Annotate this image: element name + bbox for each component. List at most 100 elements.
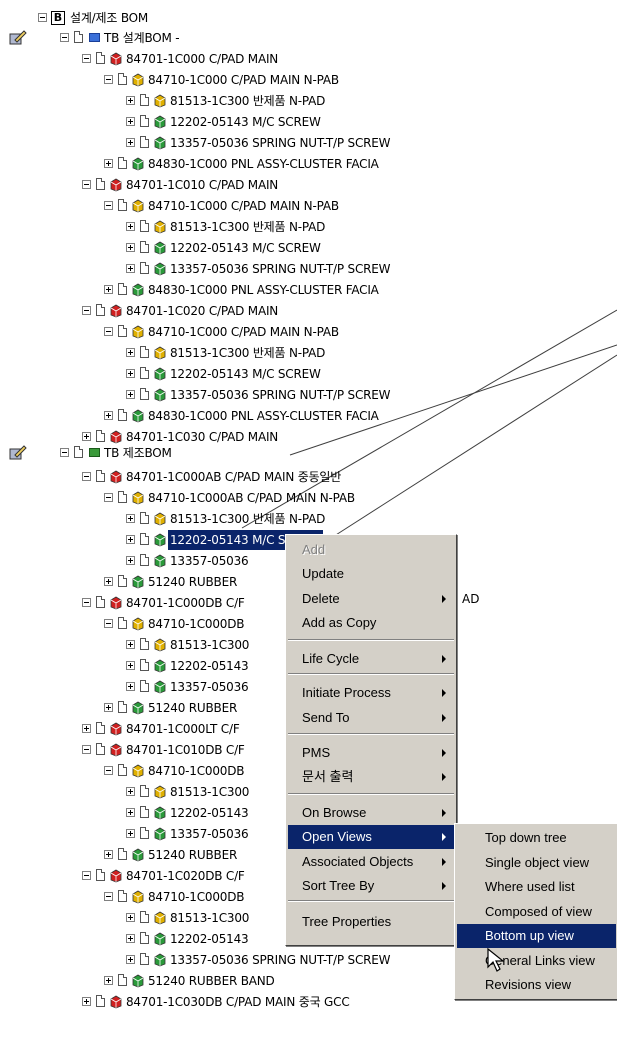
submenu-item-where-used-list[interactable]: Where used list (457, 875, 616, 899)
expand-toggle[interactable] (126, 117, 135, 126)
expand-toggle[interactable] (104, 577, 113, 586)
submenu-item-single-object-view[interactable]: Single object view (457, 851, 616, 875)
tree-node-label: 13357-05036 SPRING NUT-T/P SCREW (170, 136, 391, 150)
document-icon (96, 178, 105, 190)
collapse-toggle[interactable] (104, 892, 113, 901)
collapse-toggle[interactable] (82, 745, 91, 754)
collapse-toggle[interactable] (82, 54, 91, 63)
checkout-pencil-icon[interactable] (9, 443, 27, 461)
expand-toggle[interactable] (126, 535, 135, 544)
collapse-toggle[interactable] (60, 33, 69, 42)
menu-item-add[interactable]: Add (288, 538, 454, 562)
menu-item-tree-properties[interactable]: Tree Properties (288, 910, 454, 934)
checkout-pencil-icon[interactable] (9, 28, 27, 46)
green-part-icon (132, 157, 144, 171)
menu-item-print-docs[interactable]: 문서 출력 (288, 765, 454, 789)
tree-node-label: 81513-1C300 반제품 N-PAD (170, 512, 326, 526)
expand-toggle[interactable] (126, 96, 135, 105)
expand-toggle[interactable] (82, 724, 91, 733)
menu-item-life-cycle[interactable]: Life Cycle (288, 647, 454, 671)
expand-toggle[interactable] (126, 829, 135, 838)
expand-toggle[interactable] (126, 556, 135, 565)
expand-toggle[interactable] (126, 514, 135, 523)
expand-toggle[interactable] (126, 913, 135, 922)
document-icon (96, 52, 105, 64)
submenu-item-revisions-view[interactable]: Revisions view (457, 973, 616, 997)
menu-item-label: PMS (302, 745, 331, 760)
collapse-toggle[interactable] (104, 766, 113, 775)
expand-toggle[interactable] (126, 369, 135, 378)
menu-separator (288, 639, 454, 641)
document-icon (140, 533, 149, 545)
document-icon (96, 430, 105, 442)
expand-toggle[interactable] (104, 159, 113, 168)
collapse-toggle[interactable] (82, 871, 91, 880)
expand-toggle[interactable] (126, 243, 135, 252)
expand-toggle[interactable] (126, 682, 135, 691)
expand-toggle[interactable] (104, 976, 113, 985)
expand-toggle[interactable] (126, 390, 135, 399)
submenu-item-label: Where used list (485, 879, 575, 894)
expand-toggle[interactable] (104, 850, 113, 859)
open-views-submenu[interactable]: Top down tree Single object view Where use… (454, 823, 617, 1000)
collapse-toggle[interactable] (82, 306, 91, 315)
collapse-toggle[interactable] (60, 448, 69, 457)
document-icon (118, 157, 127, 169)
collapse-toggle[interactable] (82, 598, 91, 607)
menu-item-sort-tree-by[interactable]: Sort Tree By (288, 874, 454, 898)
tree-node-label: 84830-1C000 PNL ASSY-CLUSTER FACIA (148, 157, 379, 171)
collapse-toggle[interactable] (104, 493, 113, 502)
tree-root-label: 설계/제조 BOM (70, 11, 149, 25)
menu-item-pms[interactable]: PMS (288, 741, 454, 765)
expand-toggle[interactable] (104, 285, 113, 294)
expand-toggle[interactable] (82, 432, 91, 441)
expand-toggle[interactable] (126, 138, 135, 147)
document-icon (140, 115, 149, 127)
tree-node-label: 84830-1C000 PNL ASSY-CLUSTER FACIA (148, 283, 379, 297)
menu-item-initiate-process[interactable]: Initiate Process (288, 681, 454, 705)
menu-item-update[interactable]: Update (288, 562, 454, 586)
yellow-part-icon (154, 638, 166, 652)
expand-toggle[interactable] (104, 411, 113, 420)
collapse-toggle[interactable] (104, 201, 113, 210)
submenu-item-general-links-view[interactable]: General Links view (457, 949, 616, 973)
collapse-toggle[interactable] (82, 472, 91, 481)
submenu-arrow-icon (442, 773, 446, 781)
expand-toggle[interactable] (126, 955, 135, 964)
expand-toggle[interactable] (126, 787, 135, 796)
expand-toggle[interactable] (126, 934, 135, 943)
collapse-toggle[interactable] (82, 180, 91, 189)
submenu-item-top-down-tree[interactable]: Top down tree (457, 826, 616, 850)
expand-toggle[interactable] (104, 703, 113, 712)
expand-toggle[interactable] (126, 222, 135, 231)
menu-item-on-browse[interactable]: On Browse (288, 801, 454, 825)
red-part-icon (110, 995, 122, 1009)
yellow-part-icon (132, 325, 144, 339)
expand-toggle[interactable] (126, 348, 135, 357)
tree-node-label: 13357-05036 SPRING NUT-T/P SCREW (170, 953, 391, 967)
expand-toggle[interactable] (82, 997, 91, 1006)
green-part-icon (132, 283, 144, 297)
tree-node-label: 84710-1C000 C/PAD MAIN N-PAB (148, 73, 339, 87)
menu-item-label: Add (302, 542, 326, 557)
green-part-icon (154, 659, 166, 673)
submenu-item-bottom-up-view[interactable]: Bottom up view (457, 924, 616, 948)
submenu-item-composed-of-view[interactable]: Composed of view (457, 900, 616, 924)
menu-item-send-to[interactable]: Send To (288, 706, 454, 730)
green-part-icon (132, 409, 144, 423)
collapse-toggle[interactable] (38, 13, 47, 22)
menu-item-delete[interactable]: Delete (288, 587, 454, 611)
collapse-toggle[interactable] (104, 327, 113, 336)
submenu-arrow-icon (442, 689, 446, 697)
menu-item-associated-objects[interactable]: Associated Objects (288, 850, 454, 874)
collapse-toggle[interactable] (104, 619, 113, 628)
expand-toggle[interactable] (126, 661, 135, 670)
menu-item-open-views[interactable]: Open Views (288, 825, 454, 849)
expand-toggle[interactable] (126, 264, 135, 273)
yellow-part-icon (154, 785, 166, 799)
expand-toggle[interactable] (126, 808, 135, 817)
expand-toggle[interactable] (126, 640, 135, 649)
menu-item-add-as-copy[interactable]: Add as Copy (288, 611, 454, 635)
collapse-toggle[interactable] (104, 75, 113, 84)
context-menu[interactable]: Add Update Delete Add as Copy Life Cycle Init… (285, 534, 457, 946)
